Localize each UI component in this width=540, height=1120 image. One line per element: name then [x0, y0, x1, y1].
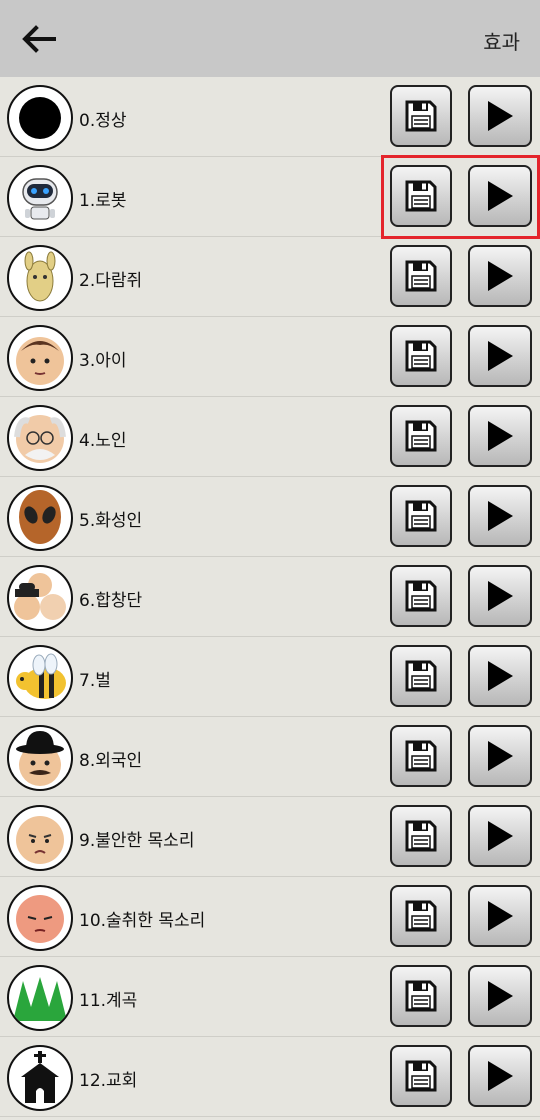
- floppy-disk-icon: [405, 820, 437, 852]
- effect-label: 4.노인: [79, 431, 127, 451]
- save-button[interactable]: [390, 725, 452, 787]
- bee-icon: [7, 645, 73, 711]
- save-button[interactable]: [390, 965, 452, 1027]
- floppy-disk-icon: [405, 660, 437, 692]
- effect-label: 3.아이: [79, 351, 127, 371]
- effect-row[interactable]: 1.로봇: [0, 157, 540, 237]
- anxious-face-icon: [7, 805, 73, 871]
- effect-row[interactable]: 6.합창단: [0, 557, 540, 637]
- app-bar: 효과: [0, 0, 540, 77]
- effect-row[interactable]: 9.불안한 목소리: [0, 797, 540, 877]
- play-icon: [488, 341, 513, 371]
- play-button[interactable]: [468, 965, 532, 1027]
- save-button[interactable]: [390, 325, 452, 387]
- play-button[interactable]: [468, 725, 532, 787]
- robot-icon: [7, 165, 73, 231]
- play-icon: [488, 581, 513, 611]
- church-icon: [7, 1045, 73, 1111]
- effect-row[interactable]: 5.화성인: [0, 477, 540, 557]
- effect-label: 2.다람쥐: [79, 271, 143, 291]
- effect-row[interactable]: 2.다람쥐: [0, 237, 540, 317]
- play-button[interactable]: [468, 1045, 532, 1107]
- alien-face-icon: [7, 485, 73, 551]
- play-icon: [488, 101, 513, 131]
- play-icon: [488, 421, 513, 451]
- play-icon: [488, 901, 513, 931]
- play-button[interactable]: [468, 85, 532, 147]
- floppy-disk-icon: [405, 1060, 437, 1092]
- floppy-disk-icon: [405, 980, 437, 1012]
- effect-row[interactable]: 4.노인: [0, 397, 540, 477]
- drunk-face-icon: [7, 885, 73, 951]
- black-dot-icon: [7, 85, 73, 151]
- floppy-disk-icon: [405, 180, 437, 212]
- save-button[interactable]: [390, 405, 452, 467]
- effect-label: 10.술취한 목소리: [79, 911, 206, 931]
- effect-row[interactable]: 8.외국인: [0, 717, 540, 797]
- save-button[interactable]: [390, 1045, 452, 1107]
- save-button[interactable]: [390, 165, 452, 227]
- page-title: 효과: [483, 30, 520, 54]
- play-icon: [488, 981, 513, 1011]
- floppy-disk-icon: [405, 580, 437, 612]
- floppy-disk-icon: [405, 900, 437, 932]
- play-button[interactable]: [468, 885, 532, 947]
- old-man-face-icon: [7, 405, 73, 471]
- effect-row[interactable]: 3.아이: [0, 317, 540, 397]
- save-button[interactable]: [390, 245, 452, 307]
- effect-list: 0.정상 1.로봇 2.다람쥐 3.아이 4.노인 5.화성인 6.합창단 7.벌 8.외국인 9…: [0, 77, 540, 1117]
- play-button[interactable]: [468, 645, 532, 707]
- foreigner-bowler-hat-icon: [7, 725, 73, 791]
- play-icon: [488, 181, 513, 211]
- effect-label: 1.로봇: [79, 191, 127, 211]
- effect-label: 8.외국인: [79, 751, 143, 771]
- play-icon: [488, 261, 513, 291]
- back-button[interactable]: [16, 20, 60, 58]
- effect-row[interactable]: 12.교회: [0, 1037, 540, 1117]
- play-button[interactable]: [468, 565, 532, 627]
- effect-label: 5.화성인: [79, 511, 143, 531]
- effect-label: 9.불안한 목소리: [79, 831, 195, 851]
- play-button[interactable]: [468, 165, 532, 227]
- effect-row[interactable]: 0.정상: [0, 77, 540, 157]
- play-button[interactable]: [468, 805, 532, 867]
- floppy-disk-icon: [405, 100, 437, 132]
- play-icon: [488, 741, 513, 771]
- effect-row[interactable]: 11.계곡: [0, 957, 540, 1037]
- save-button[interactable]: [390, 85, 452, 147]
- play-button[interactable]: [468, 245, 532, 307]
- play-icon: [488, 661, 513, 691]
- effect-row[interactable]: 7.벌: [0, 637, 540, 717]
- play-icon: [488, 501, 513, 531]
- child-face-icon: [7, 325, 73, 391]
- play-button[interactable]: [468, 485, 532, 547]
- floppy-disk-icon: [405, 340, 437, 372]
- save-button[interactable]: [390, 485, 452, 547]
- play-icon: [488, 1061, 513, 1091]
- save-button[interactable]: [390, 645, 452, 707]
- effect-row[interactable]: 10.술취한 목소리: [0, 877, 540, 957]
- floppy-disk-icon: [405, 500, 437, 532]
- floppy-disk-icon: [405, 420, 437, 452]
- arrow-left-icon: [22, 25, 56, 53]
- effect-label: 7.벌: [79, 671, 111, 691]
- effect-label: 0.정상: [79, 111, 127, 131]
- choir-faces-icon: [7, 565, 73, 631]
- play-button[interactable]: [468, 325, 532, 387]
- save-button[interactable]: [390, 885, 452, 947]
- valley-mountains-icon: [7, 965, 73, 1031]
- effect-label: 6.합창단: [79, 591, 143, 611]
- squirrel-icon: [7, 245, 73, 311]
- floppy-disk-icon: [405, 740, 437, 772]
- floppy-disk-icon: [405, 260, 437, 292]
- effect-label: 12.교회: [79, 1071, 138, 1091]
- save-button[interactable]: [390, 565, 452, 627]
- play-button[interactable]: [468, 405, 532, 467]
- save-button[interactable]: [390, 805, 452, 867]
- play-icon: [488, 821, 513, 851]
- effect-label: 11.계곡: [79, 991, 138, 1011]
